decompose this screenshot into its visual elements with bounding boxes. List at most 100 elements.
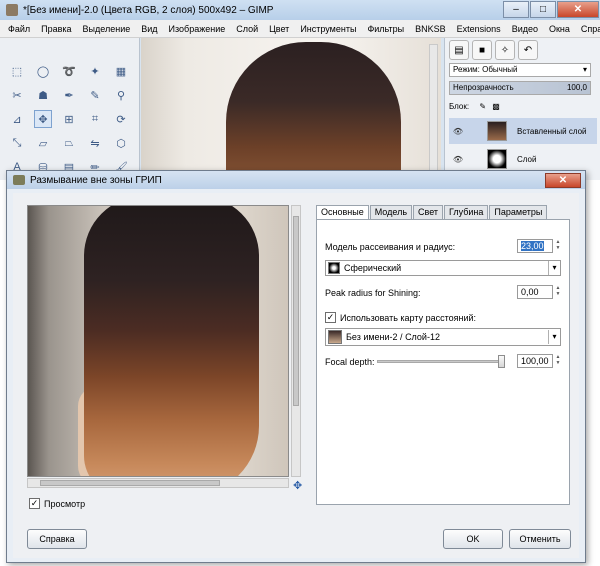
eye-icon[interactable]: 👁 (449, 127, 467, 136)
focal-depth-spinner[interactable]: ▲ ▼ (555, 354, 561, 368)
cage-icon[interactable]: ⬡ (112, 134, 130, 152)
preview-toggle[interactable]: ✓ Просмотр (29, 498, 85, 509)
ok-button[interactable]: OK (443, 529, 503, 549)
align-icon[interactable]: ⊞ (60, 110, 78, 128)
navigate-icon[interactable]: ✥ (293, 479, 302, 492)
blur-model-select[interactable]: Сферический ▾ (325, 260, 561, 276)
slider-handle[interactable] (498, 355, 505, 368)
color-picker-icon[interactable]: ✎ (86, 86, 104, 104)
preview-label: Просмотр (44, 498, 86, 509)
menu-image[interactable]: Изображение (169, 24, 226, 34)
opacity-value: 100,0 (566, 83, 587, 92)
mode-select[interactable]: Режим: Обычный ▾ (449, 63, 591, 77)
shear-icon[interactable]: ▱ (34, 134, 52, 152)
toolbox: ⬚ ◯ ➰ ✦ ▦ ✂ ☗ ✒ ✎ ⚲ ⊿ ✥ ⊞ ⌗ ⟳ ⤡ ▱ ⏢ ⇋ ⬡ … (0, 38, 140, 180)
focal-depth-slider[interactable] (377, 355, 505, 368)
depth-map-select[interactable]: Без имени-2 / Слой-12 ▾ (325, 328, 561, 346)
lock-alpha-icon[interactable]: ▩ (492, 102, 500, 111)
menu-tools[interactable]: Инструменты (300, 24, 356, 34)
menu-help[interactable]: Справка (581, 24, 600, 34)
zoom-icon[interactable]: ⚲ (112, 86, 130, 104)
flip-icon[interactable]: ⇋ (86, 134, 104, 152)
tab-basic[interactable]: Основные (316, 205, 369, 220)
fuzzy-select-icon[interactable]: ✦ (86, 62, 104, 80)
cancel-button[interactable]: Отменить (509, 529, 571, 549)
foreground-select-icon[interactable]: ☗ (34, 86, 52, 104)
close-button[interactable]: ✕ (557, 1, 599, 18)
dialog-body: ✥ ✓ Просмотр Основные Модель Свет Глубин… (13, 193, 579, 558)
depth-map-value: Без имени-2 / Слой-12 (346, 332, 440, 342)
tab-model[interactable]: Модель (369, 205, 413, 220)
chevron-down-icon: ▾ (582, 65, 587, 74)
scissors-icon[interactable]: ✂ (8, 86, 26, 104)
canvas-image-hair (226, 42, 401, 180)
use-depth-map-checkbox[interactable]: ✓ (325, 312, 336, 323)
lock-pixels-icon[interactable]: ✎ (479, 102, 486, 111)
blur-radius-spinner[interactable]: ▲ ▼ (555, 239, 561, 253)
layers-dock: ▤ ■ ✧ ↶ Режим: Обычный ▾ Непрозрачность … (444, 38, 600, 180)
rect-select-icon[interactable]: ⬚ (8, 62, 26, 80)
help-button[interactable]: Справка (27, 529, 87, 549)
preview-vertical-scrollbar[interactable] (291, 205, 301, 477)
menu-layer[interactable]: Слой (236, 24, 258, 34)
menu-edit[interactable]: Правка (41, 24, 71, 34)
blur-radius-value: 23,00 (521, 241, 544, 251)
color-select-icon[interactable]: ▦ (112, 62, 130, 80)
gimp-title: *[Без имени]-2.0 (Цвета RGB, 2 слоя) 500… (23, 4, 274, 16)
canvas-vertical-scrollbar[interactable] (429, 44, 438, 176)
undo-tab-icon[interactable]: ↶ (518, 40, 538, 60)
use-depth-map-toggle[interactable]: ✓ Использовать карту расстояний: (325, 312, 476, 323)
tab-light[interactable]: Свет (413, 205, 444, 220)
layer-row[interactable]: 👁 Слой (449, 146, 597, 172)
lasso-icon[interactable]: ➰ (60, 62, 78, 80)
channels-tab-icon[interactable]: ■ (472, 40, 492, 60)
measure-icon[interactable]: ⊿ (8, 110, 26, 128)
preview-hair (84, 206, 259, 476)
focal-depth-value: 100,00 (521, 356, 549, 366)
shining-spinner[interactable]: ▲ ▼ (555, 285, 561, 299)
blur-radius-input[interactable]: 23,00 (517, 239, 553, 253)
menu-video[interactable]: Видео (512, 24, 538, 34)
menu-bnksb[interactable]: BNKSB (415, 24, 446, 34)
menu-view[interactable]: Вид (141, 24, 157, 34)
menu-select[interactable]: Выделение (83, 24, 131, 34)
scale-icon[interactable]: ⤡ (8, 134, 26, 152)
preview-checkbox[interactable]: ✓ (29, 498, 40, 509)
perspective-icon[interactable]: ⏢ (60, 134, 78, 152)
dialog-title-bar: Размывание вне зоны ГРИП ✕ (7, 171, 585, 189)
layers-tab-icon[interactable]: ▤ (449, 40, 469, 60)
menu-bar: Файл Правка Выделение Вид Изображение Сл… (0, 20, 600, 38)
dialog-close-button[interactable]: ✕ (545, 172, 581, 188)
chevron-down-icon: ▾ (548, 261, 560, 275)
eye-icon[interactable]: 👁 (449, 155, 467, 164)
menu-color[interactable]: Цвет (269, 24, 289, 34)
menu-file[interactable]: Файл (8, 24, 30, 34)
ellipse-select-icon[interactable]: ◯ (34, 62, 52, 80)
maximize-button[interactable]: □ (530, 1, 556, 18)
focal-depth-input[interactable]: 100,00 (517, 354, 553, 368)
opacity-label: Непрозрачность (453, 83, 514, 92)
menu-extensions[interactable]: Extensions (457, 24, 501, 34)
move-icon[interactable]: ✥ (34, 110, 52, 128)
tab-parameters[interactable]: Параметры (489, 205, 548, 220)
paths-tab-icon[interactable]: ✧ (495, 40, 515, 60)
menu-windows[interactable]: Окна (549, 24, 570, 34)
paths-icon[interactable]: ✒ (60, 86, 78, 104)
dialog-title: Размывание вне зоны ГРИП (30, 174, 162, 186)
image-canvas[interactable] (141, 38, 441, 180)
tab-depth[interactable]: Глубина (444, 205, 489, 220)
shining-input[interactable]: 0,00 (517, 285, 553, 299)
mode-label: Режим: Обычный (453, 65, 518, 74)
use-depth-map-label: Использовать карту расстояний: (340, 312, 477, 323)
layer-thumbnail (487, 149, 507, 169)
opacity-slider[interactable]: Непрозрачность 100,0 (449, 81, 591, 95)
minimize-button[interactable]: – (503, 1, 529, 18)
preview-image[interactable] (27, 205, 289, 477)
menu-filters[interactable]: Фильтры (367, 24, 404, 34)
preview-horizontal-scrollbar[interactable] (27, 478, 289, 488)
rotate-icon[interactable]: ⟳ (112, 110, 130, 128)
crop-icon[interactable]: ⌗ (86, 110, 104, 128)
layer-row[interactable]: 👁 Вставленный слой (449, 118, 597, 144)
blur-model-label: Модель рассеивания и радиус: (325, 242, 456, 252)
blur-model-value: Сферический (344, 263, 402, 273)
